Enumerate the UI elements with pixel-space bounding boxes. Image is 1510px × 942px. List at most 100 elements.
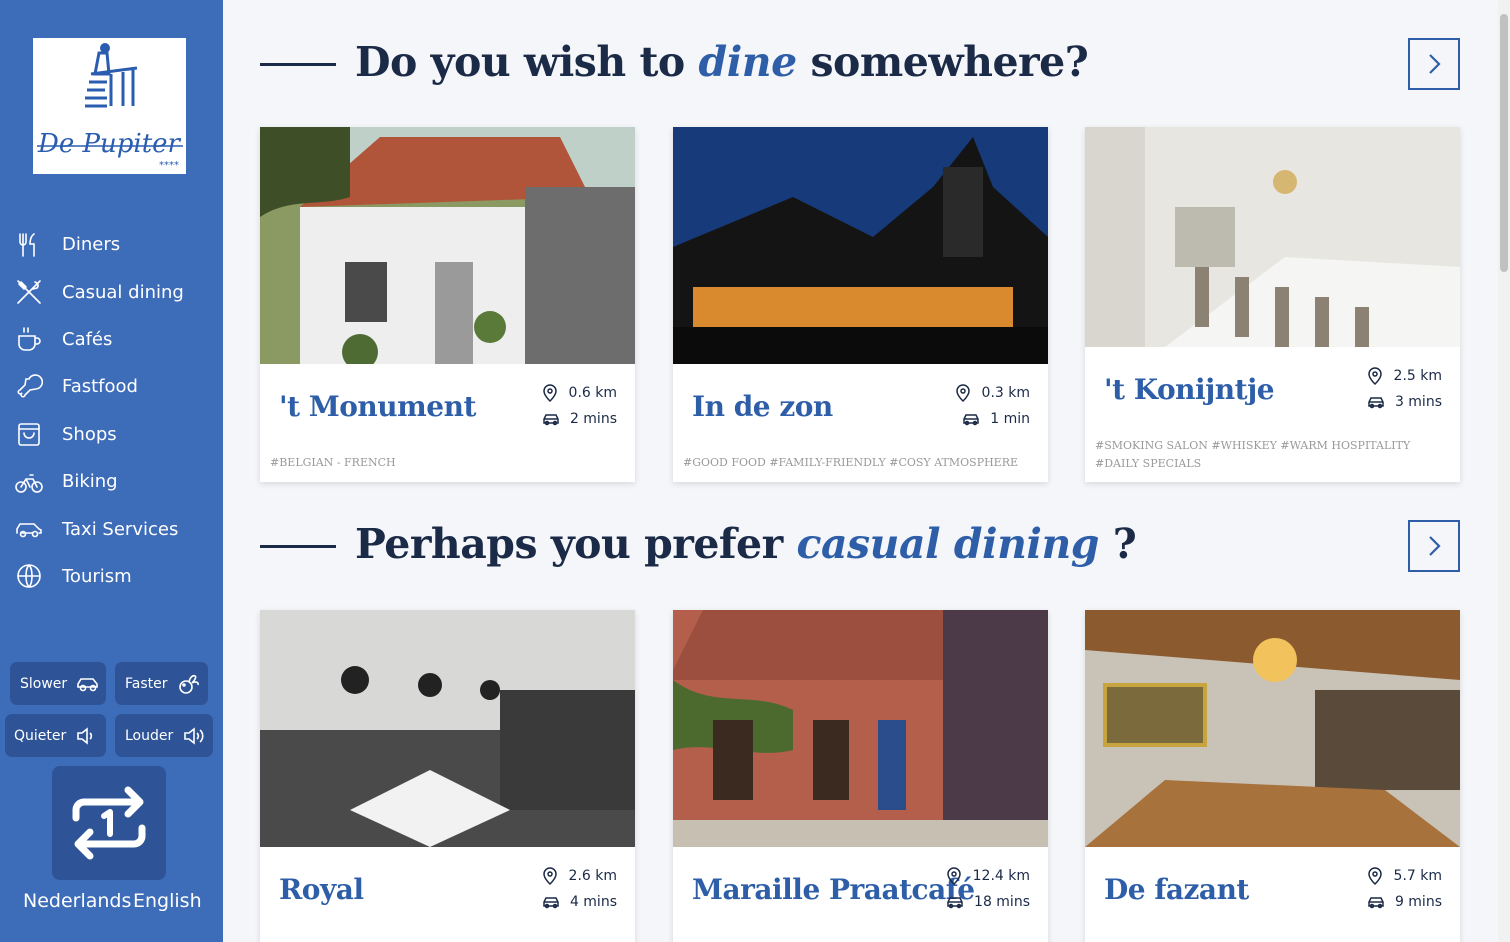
- venue-photo: [1085, 610, 1460, 847]
- nav-label: Fastfood: [62, 376, 138, 398]
- venue-photo: [260, 127, 635, 364]
- nav-item-casual-dining[interactable]: Casual dining: [0, 268, 223, 315]
- fork-knife-icon: [15, 231, 43, 259]
- louder-button[interactable]: Louder: [115, 714, 213, 757]
- venue-meta: 5.7 km 9 mins: [1366, 863, 1442, 915]
- venue-tags: #GOOD FOOD #FAMILY-FRIENDLY #COSY ATMOSP…: [683, 456, 1019, 469]
- section-title: Perhaps you prefer casual dining ?: [355, 520, 1137, 568]
- location-pin-icon: [542, 867, 557, 885]
- language-en-link[interactable]: English: [133, 890, 202, 912]
- drumstick-icon: [15, 373, 43, 401]
- venue-meta: 0.3 km 1 min: [954, 380, 1030, 432]
- scrollbar-thumb[interactable]: [1500, 14, 1508, 272]
- volume-up-icon: [182, 725, 206, 747]
- venue-card-de-fazant[interactable]: De fazant 5.7 km 9 mins: [1085, 610, 1460, 942]
- slow-car-icon: [76, 673, 100, 695]
- main-nav: Diners Casual dining Cafés Fastfood Shop…: [0, 221, 223, 600]
- nav-item-cafes[interactable]: Cafés: [0, 316, 223, 363]
- location-pin-icon: [946, 867, 961, 885]
- venue-name: Maraille Praatcafé: [692, 873, 975, 906]
- car-icon: [1368, 897, 1384, 909]
- svg-text:****: ****: [159, 160, 179, 171]
- nav-item-diners[interactable]: Diners: [0, 221, 223, 268]
- nav-item-biking[interactable]: Biking: [0, 458, 223, 505]
- location-pin-icon: [1367, 867, 1382, 885]
- nav-label: Shops: [62, 423, 117, 445]
- venue-tags: #SMOKING SALON #WHISKEY #WARM HOSPITALIT…: [1095, 439, 1411, 470]
- globe-icon: [15, 562, 43, 590]
- venue-photo: [260, 610, 635, 847]
- nav-item-tourism[interactable]: Tourism: [0, 553, 223, 600]
- venue-time: 3 mins: [1394, 394, 1442, 410]
- venue-distance: 0.3 km: [981, 385, 1030, 401]
- venue-name: Royal: [279, 873, 364, 906]
- venue-time: 9 mins: [1394, 894, 1442, 910]
- venue-tags: #BELGIAN - FRENCH: [270, 456, 396, 469]
- nav-item-fastfood[interactable]: Fastfood: [0, 363, 223, 410]
- venue-time: 4 mins: [569, 894, 617, 910]
- bicycle-icon: [15, 468, 43, 496]
- shopping-bag-icon: [15, 420, 43, 448]
- venue-card-in-de-zon[interactable]: In de zon 0.3 km 1 min #GOOD FOOD #FAMIL…: [673, 127, 1048, 482]
- venue-card-monument[interactable]: 't Monument 0.6 km 2 mins #BELGIAN - FRE…: [260, 127, 635, 482]
- section-title: Do you wish to dine somewhere?: [355, 38, 1089, 86]
- crossed-utensils-icon: [15, 278, 43, 306]
- venue-name: 't Konijntje: [1104, 373, 1275, 406]
- quieter-label: Quieter: [14, 727, 67, 744]
- heading-rule: [260, 63, 336, 66]
- venue-name: In de zon: [692, 390, 833, 423]
- venue-distance: 5.7 km: [1393, 868, 1442, 884]
- car-icon: [543, 414, 559, 426]
- venue-photo: [1085, 127, 1460, 347]
- venue-photo: [673, 610, 1048, 847]
- venue-meta: 2.6 km 4 mins: [541, 863, 617, 915]
- svg-text:De Pupiter: De Pupiter: [37, 129, 182, 159]
- faster-button[interactable]: Faster: [115, 662, 208, 705]
- slower-label: Slower: [20, 675, 68, 692]
- chevron-right-icon: [1429, 54, 1441, 74]
- pupiter-logo-icon: De Pupiter ****: [37, 43, 183, 171]
- coffee-cup-icon: [15, 325, 43, 353]
- venue-name: De fazant: [1104, 873, 1249, 906]
- nav-label: Taxi Services: [62, 518, 179, 540]
- nav-label: Cafés: [62, 328, 113, 350]
- quieter-button[interactable]: Quieter: [5, 714, 106, 757]
- brand-logo[interactable]: De Pupiter ****: [33, 38, 186, 174]
- venue-meta: 0.6 km 2 mins: [541, 380, 617, 432]
- location-pin-icon: [542, 384, 557, 402]
- nav-label: Biking: [62, 471, 118, 493]
- nav-item-shops[interactable]: Shops: [0, 411, 223, 458]
- venue-meta: 12.4 km 18 mins: [945, 863, 1030, 915]
- chevron-right-icon: [1429, 536, 1441, 556]
- page-scrollbar[interactable]: [1498, 0, 1510, 942]
- nav-label: Casual dining: [62, 281, 184, 303]
- car-icon: [1368, 397, 1384, 409]
- venue-photo: [673, 127, 1048, 364]
- venue-name: 't Monument: [279, 390, 476, 423]
- louder-label: Louder: [125, 727, 174, 744]
- nav-label: Tourism: [62, 565, 132, 587]
- venue-distance: 2.5 km: [1393, 368, 1442, 384]
- volume-down-icon: [75, 725, 99, 747]
- slower-button[interactable]: Slower: [10, 662, 106, 705]
- venue-card-konijntje[interactable]: 't Konijntje 2.5 km 3 mins #SMOKING SALO…: [1085, 127, 1460, 482]
- location-pin-icon: [1367, 367, 1382, 385]
- venue-card-royal[interactable]: Royal 2.6 km 4 mins: [260, 610, 635, 942]
- language-nl-link[interactable]: Nederlands: [23, 890, 131, 912]
- venue-meta: 2.5 km 3 mins: [1366, 363, 1442, 415]
- venue-time: 1 min: [990, 411, 1030, 427]
- switch-language-button[interactable]: [52, 766, 166, 880]
- sidebar: De Pupiter **** Diners Casual dining Caf…: [0, 0, 223, 942]
- next-dine-button[interactable]: [1408, 38, 1460, 90]
- heading-rule: [260, 545, 336, 548]
- car-icon: [947, 897, 963, 909]
- nav-item-taxi-services[interactable]: Taxi Services: [0, 505, 223, 552]
- taxi-icon: [15, 515, 43, 543]
- section-dine-header: Do you wish to dine somewhere?: [260, 38, 1460, 98]
- venue-distance: 0.6 km: [568, 385, 617, 401]
- venue-time: 2 mins: [569, 411, 617, 427]
- next-casual-button[interactable]: [1408, 520, 1460, 572]
- venue-distance: 12.4 km: [972, 868, 1030, 884]
- faster-label: Faster: [125, 675, 168, 692]
- venue-card-maraille[interactable]: Maraille Praatcafé 12.4 km 18 mins: [673, 610, 1048, 942]
